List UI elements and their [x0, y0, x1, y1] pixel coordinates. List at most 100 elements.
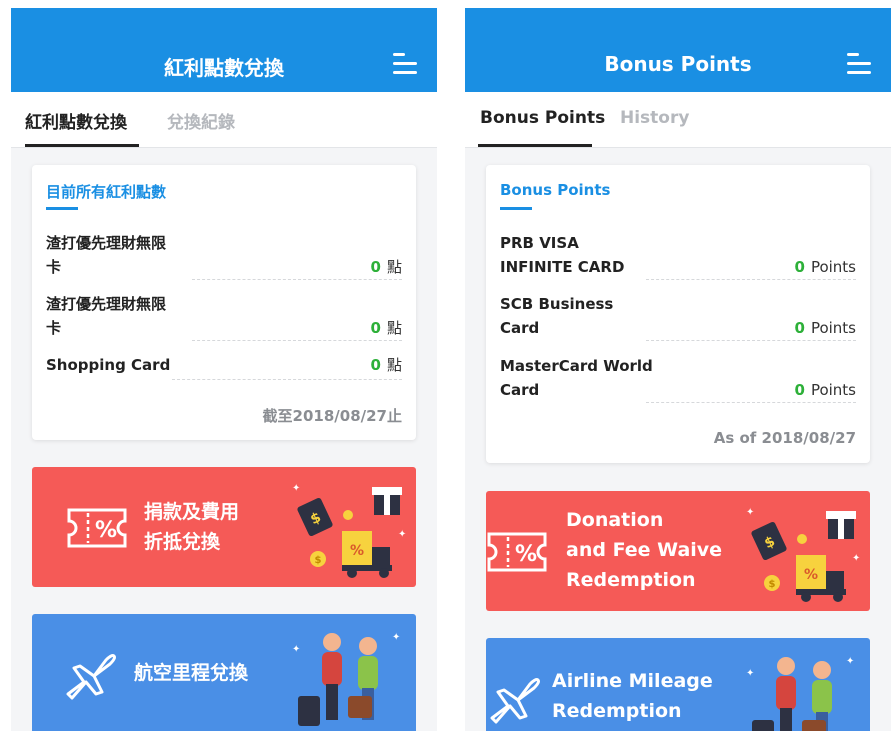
screen-english: Bonus Points Bonus Points History Bonus …: [465, 8, 891, 731]
app-bar: 紅利點數兌換: [11, 8, 437, 92]
svg-text:✦: ✦: [746, 668, 754, 679]
card-name-line1: 渣打優先理財無限: [46, 295, 167, 313]
svg-text:✦: ✦: [398, 529, 406, 540]
svg-text:✦: ✦: [292, 483, 300, 494]
points-unit: Points: [810, 258, 856, 276]
coupon-percent-icon: %: [67, 508, 127, 548]
card-name-line2: Card: [500, 381, 540, 399]
dotted-divider: [646, 402, 856, 403]
banner-title-line2: and Fee Waive: [566, 539, 723, 561]
card-name: SCB Business Card: [500, 292, 613, 340]
svg-text:%: %: [515, 542, 537, 567]
svg-text:✦: ✦: [746, 507, 754, 518]
card-name-line1: SCB Business: [500, 295, 614, 313]
banner-title: 航空里程兌換: [134, 662, 249, 684]
bonus-points-card: 目前所有紅利點數 渣打優先理財無限卡 0點 渣打優先理財無限卡 0點 Shopp…: [32, 165, 416, 440]
tab-bonus-points[interactable]: 紅利點數兌換: [25, 108, 127, 133]
svg-text:✦: ✦: [852, 553, 860, 564]
hamburger-menu-icon[interactable]: [845, 50, 873, 78]
points-row: PRB VISA INFINITE CARD 0 Points: [500, 231, 856, 281]
app-bar: Bonus Points: [465, 8, 891, 92]
title-underline: [500, 207, 532, 210]
airline-mileage-banner[interactable]: Airline Mileage Redemption ✦ ✦: [486, 638, 870, 731]
points-number: 0: [370, 258, 381, 276]
points-unit: Points: [810, 381, 856, 399]
card-name-line2: Card: [500, 319, 540, 337]
active-tab-indicator: [478, 144, 592, 147]
svg-text:✦: ✦: [292, 644, 300, 655]
svg-text:%: %: [804, 567, 818, 583]
card-name: 渣打優先理財無限卡: [46, 231, 166, 279]
points-value: 0點: [371, 353, 402, 377]
dotted-divider: [192, 279, 402, 280]
card-name-line2: INFINITE CARD: [500, 258, 625, 276]
points-unit: 點: [386, 319, 402, 337]
card-title: 目前所有紅利點數: [46, 183, 167, 201]
card-title: Bonus Points: [500, 181, 611, 199]
card-name-line1: 渣打優先理財無限: [46, 234, 167, 252]
dotted-divider: [172, 379, 402, 380]
card-name: Shopping Card: [46, 356, 171, 374]
travelers-illustration: ✦ ✦: [746, 656, 854, 731]
points-row: SCB Business Card 0 Points: [500, 292, 856, 342]
points-row: 渣打優先理財無限卡 0點: [46, 292, 402, 342]
points-number: 0: [370, 319, 381, 337]
app-title: Bonus Points: [604, 52, 752, 76]
points-number: 0: [794, 319, 805, 337]
svg-text:$: $: [315, 555, 322, 566]
dotted-divider: [646, 279, 856, 280]
card-name: MasterCard World Card: [500, 354, 653, 402]
title-underline: [46, 207, 78, 210]
bonus-points-card: Bonus Points PRB VISA INFINITE CARD 0 Poin…: [486, 165, 870, 463]
points-number: 0: [370, 356, 381, 374]
dollar-tag-icon: $: [751, 521, 787, 561]
travelers-illustration: ✦ ✦: [292, 632, 400, 726]
banner-title-line1: Airline Mileage: [552, 670, 713, 692]
tab-bar: 紅利點數兌換 兌換紀錄: [11, 92, 437, 148]
svg-text:%: %: [95, 518, 117, 543]
points-value: 0 Points: [795, 378, 857, 402]
dollar-tag-icon: $: [297, 497, 333, 537]
svg-text:%: %: [350, 543, 364, 559]
app-title: 紅利點數兌換: [164, 56, 284, 80]
card-name-line2: 卡: [46, 319, 62, 337]
as-of-date: As of 2018/08/27: [713, 429, 856, 447]
tab-history[interactable]: 兌換紀錄: [167, 108, 235, 133]
donation-fee-waive-banner[interactable]: % Donation and Fee Waive Redemption $ $ %: [486, 491, 870, 611]
delivery-truck-icon: %: [342, 531, 392, 578]
points-value: 0 Points: [795, 316, 857, 340]
card-name-line1: PRB VISA: [500, 234, 579, 252]
dotted-divider: [192, 340, 402, 341]
banner-title: Airline Mileage Redemption: [552, 666, 713, 726]
airline-mileage-banner[interactable]: 航空里程兌換 ✦ ✦: [32, 614, 416, 731]
points-unit: 點: [386, 258, 402, 276]
svg-text:✦: ✦: [846, 656, 854, 667]
dotted-divider: [646, 340, 856, 341]
delivery-truck-icon: %: [796, 555, 846, 602]
points-unit: 點: [386, 356, 402, 374]
screen-chinese: 紅利點數兌換 紅利點數兌換 兌換紀錄 目前所有紅利點數 渣打優先理財無限卡 0點…: [11, 8, 437, 731]
banner-title-line1: 捐款及費用: [144, 501, 240, 523]
tab-history[interactable]: History: [620, 108, 689, 128]
points-row: MasterCard World Card 0 Points: [500, 354, 856, 404]
points-number: 0: [794, 258, 805, 276]
points-value: 0 Points: [795, 255, 857, 279]
banner-title-line3: Redemption: [566, 569, 696, 591]
card-name-line1: MasterCard World: [500, 357, 653, 375]
coupon-percent-icon: %: [487, 532, 547, 572]
shopping-illustration: $ $ % ✦ ✦: [746, 507, 860, 602]
banner-title: 捐款及費用 折抵兌換: [144, 497, 239, 557]
points-value: 0點: [371, 255, 402, 279]
tab-bar: Bonus Points History: [465, 92, 891, 148]
banner-title-line1: Donation: [566, 509, 664, 531]
tab-bonus-points[interactable]: Bonus Points: [480, 108, 605, 128]
svg-text:$: $: [769, 579, 776, 590]
gift-box-icon: [826, 511, 856, 539]
points-number: 0: [794, 381, 805, 399]
card-name-line2: 卡: [46, 258, 62, 276]
points-value: 0點: [371, 316, 402, 340]
hamburger-menu-icon[interactable]: [391, 50, 419, 78]
card-name: 渣打優先理財無限卡: [46, 292, 166, 340]
donation-fee-waive-banner[interactable]: % 捐款及費用 折抵兌換 $ $ % ✦ ✦: [32, 467, 416, 587]
banner-title-line2: Redemption: [552, 700, 682, 722]
